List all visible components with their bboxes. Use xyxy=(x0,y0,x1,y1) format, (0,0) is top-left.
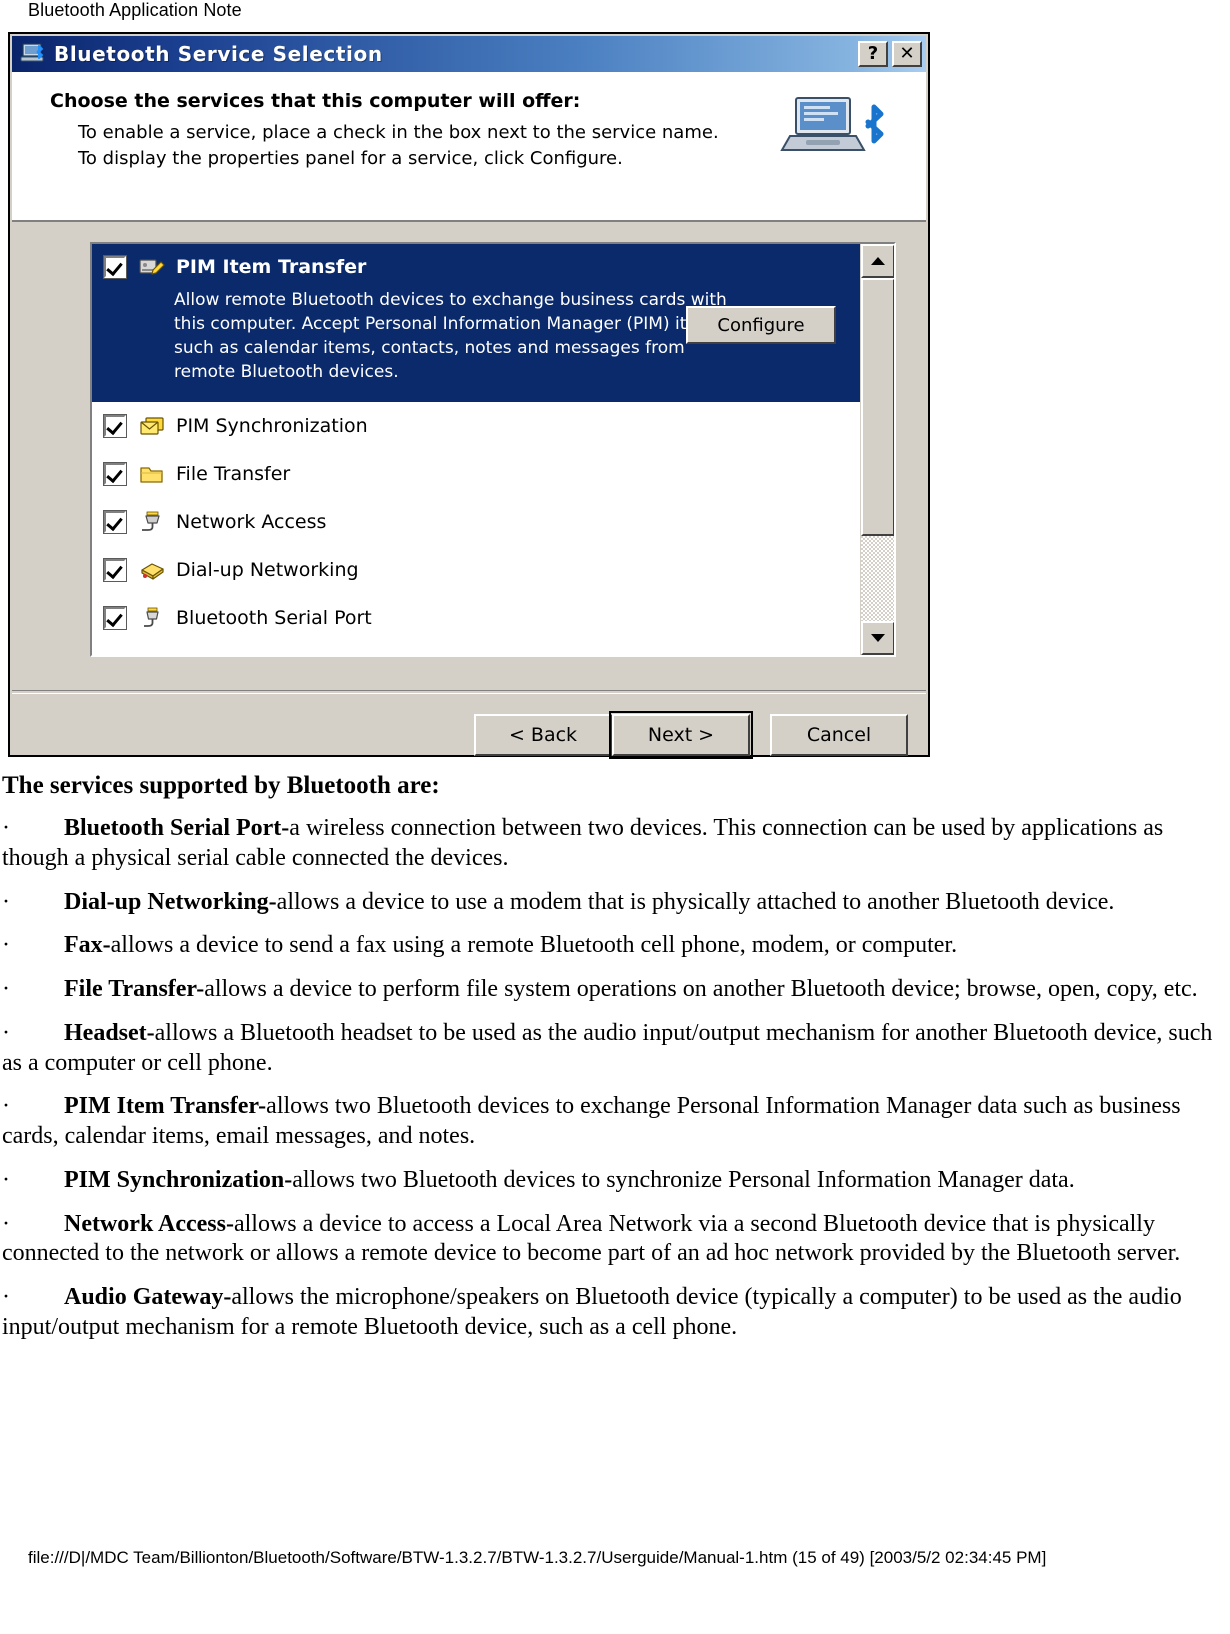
list-item[interactable]: PIM Synchronization xyxy=(92,402,860,450)
serial-port-icon xyxy=(138,605,166,631)
cancel-button[interactable]: Cancel xyxy=(770,714,908,756)
bullet-marker: · xyxy=(2,888,10,915)
service-description-item: · PIM Item Transfer-allows two Bluetooth … xyxy=(0,1092,1230,1152)
service-description-item: · Bluetooth Serial Port-a wireless connec… xyxy=(0,814,1230,874)
selected-item-label: PIM Item Transfer xyxy=(176,256,367,278)
services-listbox[interactable]: PIM Item Transfer Allow remote Bluetooth… xyxy=(90,242,896,657)
bullet-marker: · xyxy=(2,1019,10,1046)
list-item-label: Dial-up Networking xyxy=(176,559,359,581)
scroll-up-arrow[interactable] xyxy=(861,244,894,278)
modem-icon xyxy=(138,557,166,583)
scroll-down-icon xyxy=(871,634,885,642)
service-description-item: · Fax-allows a device to send a fax using… xyxy=(0,931,1230,961)
computer-bluetooth-icon xyxy=(20,41,46,67)
bluetooth-service-selection-dialog: Bluetooth Service Selection ? ✕ Choose t… xyxy=(8,32,930,759)
service-term: Fax- xyxy=(64,932,111,959)
mail-sync-icon xyxy=(138,413,166,439)
service-term: Headset- xyxy=(64,1019,155,1046)
bullet-marker: · xyxy=(2,1093,10,1120)
dialog-instructions: Choose the services that this computer w… xyxy=(50,90,719,171)
service-text: allows two Bluetooth devices to synchron… xyxy=(292,1166,1075,1193)
dialog-button-row: < Back Next > Cancel xyxy=(12,711,926,759)
scroll-up-icon xyxy=(871,257,885,265)
document-content: The services supported by Bluetooth are:… xyxy=(0,772,1230,1357)
bullet-marker: · xyxy=(2,1210,10,1237)
bullet-marker: · xyxy=(2,1284,10,1310)
list-item-label: PIM Synchronization xyxy=(176,415,368,437)
checkbox-bluetooth-serial-port[interactable] xyxy=(103,606,127,630)
list-item-label: Network Access xyxy=(176,511,327,533)
service-description-item: · Audio Gateway-allows the microphone/spe… xyxy=(0,1283,1230,1343)
service-term: Bluetooth Serial Port- xyxy=(64,815,290,841)
list-item-label: File Transfer xyxy=(176,463,291,485)
selected-item-header: PIM Item Transfer xyxy=(92,254,860,280)
checkbox-pim-synchronization[interactable] xyxy=(103,414,127,438)
page-header-label: Bluetooth Application Note xyxy=(28,0,242,20)
service-term: Dial-up Networking- xyxy=(64,888,277,915)
services-heading: The services supported by Bluetooth are: xyxy=(2,772,440,799)
service-description-item: · Headset-allows a Bluetooth headset to b… xyxy=(0,1019,1230,1079)
checkbox-dial-up-networking[interactable] xyxy=(103,558,127,582)
scroll-down-arrow[interactable] xyxy=(861,621,894,655)
list-item-label: Bluetooth Serial Port xyxy=(176,607,372,629)
bullet-marker: · xyxy=(2,1166,10,1193)
dialog-titlebar: Bluetooth Service Selection ? ✕ xyxy=(12,36,926,72)
network-plug-icon xyxy=(138,509,166,535)
next-button[interactable]: Next > xyxy=(609,711,753,759)
instructions-line-1: To enable a service, place a check in th… xyxy=(78,122,719,143)
configure-button[interactable]: Configure xyxy=(686,306,836,344)
bullet-marker: · xyxy=(2,976,10,1002)
service-description-item: · PIM Synchronization-allows two Bluetoot… xyxy=(0,1166,1230,1196)
service-text: allows a Bluetooth headset to be used as… xyxy=(2,1019,1213,1076)
service-term: File Transfer- xyxy=(64,976,205,1002)
close-icon[interactable]: ✕ xyxy=(892,41,922,67)
help-button[interactable]: ? xyxy=(858,41,888,67)
dialog-body: PIM Item Transfer Allow remote Bluetooth… xyxy=(12,222,926,759)
service-term: PIM Synchronization- xyxy=(64,1166,293,1193)
service-term: Network Access- xyxy=(64,1210,234,1237)
list-item[interactable]: Bluetooth Serial Port xyxy=(92,594,860,642)
service-text: allows a device to perform file system o… xyxy=(204,976,1198,1002)
back-button[interactable]: < Back xyxy=(474,714,612,756)
scrollbar-thumb[interactable] xyxy=(861,278,894,536)
dialog-separator xyxy=(12,690,926,694)
checkbox-pim-item-transfer[interactable] xyxy=(103,255,127,279)
folder-icon xyxy=(138,461,166,487)
service-text: allows a device to use a modem that is p… xyxy=(276,888,1115,915)
footer-file-path: file:///D|/MDC Team/Billionton/Bluetooth… xyxy=(28,1548,1047,1567)
dialog-header-panel: Choose the services that this computer w… xyxy=(12,72,926,222)
list-item[interactable]: Dial-up Networking xyxy=(92,546,860,594)
service-term: Audio Gateway- xyxy=(64,1284,232,1310)
services-scrollbar[interactable] xyxy=(860,244,894,655)
bullet-marker: · xyxy=(2,815,10,841)
laptop-bluetooth-illustration xyxy=(780,92,888,178)
service-term: PIM Item Transfer- xyxy=(64,1093,267,1120)
service-text: allows a device to send a fax using a re… xyxy=(110,932,958,959)
scrollbar-track[interactable] xyxy=(861,278,894,621)
checkbox-file-transfer[interactable] xyxy=(103,462,127,486)
list-item[interactable]: Network Access xyxy=(92,498,860,546)
bullet-marker: · xyxy=(2,932,10,959)
selected-item-description: Allow remote Bluetooth devices to exchan… xyxy=(174,290,727,383)
instructions-heading: Choose the services that this computer w… xyxy=(50,90,581,112)
dialog-title: Bluetooth Service Selection xyxy=(54,42,383,66)
list-item-selected[interactable]: PIM Item Transfer Allow remote Bluetooth… xyxy=(92,244,860,402)
checkbox-network-access[interactable] xyxy=(103,510,127,534)
services-list: PIM Item Transfer Allow remote Bluetooth… xyxy=(92,244,860,655)
service-description-item: · File Transfer-allows a device to perfor… xyxy=(0,975,1230,1005)
list-item[interactable]: File Transfer xyxy=(92,450,860,498)
service-description-item: · Network Access-allows a device to acces… xyxy=(0,1210,1230,1270)
instructions-line-2: To display the properties panel for a se… xyxy=(78,147,623,169)
service-description-item: · Dial-up Networking-allows a device to u… xyxy=(0,888,1230,918)
pim-item-transfer-icon xyxy=(138,254,166,280)
